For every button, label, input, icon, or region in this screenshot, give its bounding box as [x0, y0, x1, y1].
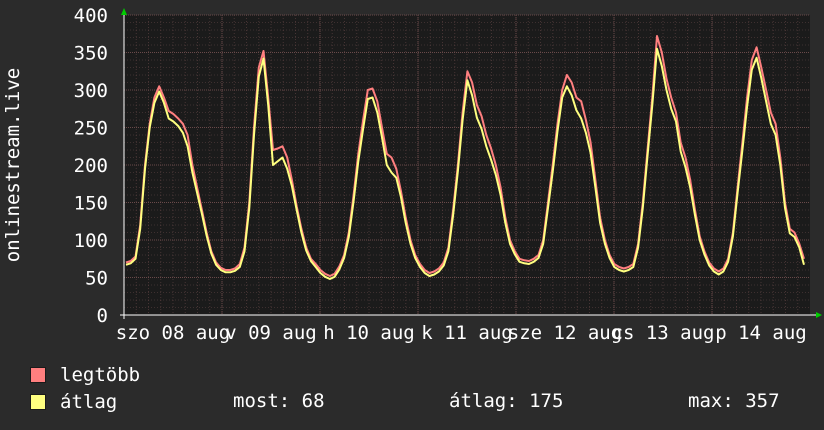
- y-tick-label: 200: [74, 155, 108, 177]
- y-axis-label: onlinestream.live: [2, 68, 24, 262]
- y-tick-label: 150: [74, 193, 108, 215]
- stat-average: átlag: 175: [449, 390, 564, 412]
- y-tick-label: 350: [74, 43, 108, 65]
- x-tick-label: cs 13 aug: [612, 322, 715, 344]
- x-tick-label: v 09 aug: [225, 322, 317, 344]
- y-tick-label: 0: [97, 305, 108, 327]
- legend-item-max: legtöbb: [30, 364, 140, 386]
- y-tick-label: 50: [85, 268, 108, 290]
- x-ticks: szo 08 augv 09 aug h 10 aug k 11 augsze 12…: [116, 322, 807, 344]
- legend-swatch-max: [30, 367, 46, 383]
- legend-label-avg: átlag: [60, 391, 118, 413]
- x-tick-label: p 14 aug: [715, 322, 807, 344]
- x-tick-label: szo 08 aug: [116, 322, 230, 344]
- y-tick-label: 250: [74, 118, 108, 140]
- x-tick-label: h 10 aug: [323, 322, 415, 344]
- stat-max: max: 357: [688, 390, 780, 412]
- legend-label-max: legtöbb: [60, 364, 141, 386]
- x-axis-arrow-icon: [816, 312, 822, 318]
- legend-item-avg: átlag: [30, 391, 117, 413]
- y-tick-label: 300: [74, 80, 108, 102]
- y-tick-label: 400: [74, 5, 108, 27]
- y-axis-arrow-icon: [121, 8, 127, 15]
- x-tick-label: sze 12 aug: [508, 322, 622, 344]
- y-tick-label: 100: [74, 230, 108, 252]
- legend-swatch-avg: [30, 394, 46, 410]
- stat-now: most: 68: [233, 390, 325, 412]
- x-tick-label: k 11 aug: [421, 322, 513, 344]
- y-ticks: 0 50 100 150 200 250 300 350 400: [74, 5, 108, 327]
